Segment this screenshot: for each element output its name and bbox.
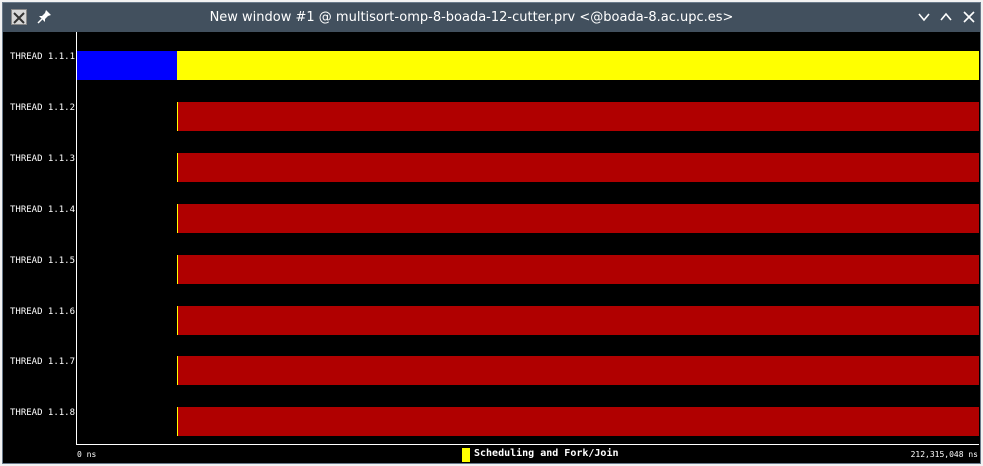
x-app-icon[interactable] (11, 9, 27, 25)
row-label: THREAD 1.1.7 (10, 357, 76, 368)
row-label: THREAD 1.1.4 (10, 204, 76, 215)
row-label: THREAD 1.1.3 (10, 153, 76, 164)
y-axis-line (76, 32, 77, 445)
window-title: New window #1 @ multisort-omp-8-boada-12… (209, 10, 734, 25)
state-bar[interactable] (178, 356, 979, 386)
row-label: THREAD 1.1.1 (10, 52, 76, 62)
timeline-plot[interactable]: 0 ns 212,315,048 ns Scheduling and Fork/… (3, 32, 980, 463)
x-end-label: 212,315,048 ns (910, 450, 978, 459)
state-bar[interactable] (178, 101, 979, 131)
legend-label: Scheduling and Fork/Join (474, 448, 619, 459)
x-axis-line (76, 444, 979, 445)
x-start-label: 0 ns (77, 450, 97, 459)
state-bar[interactable] (178, 203, 979, 233)
state-bar[interactable] (178, 305, 979, 335)
state-bar[interactable] (178, 152, 979, 182)
row-label: THREAD 1.1.6 (10, 306, 76, 317)
state-bar[interactable] (177, 51, 979, 80)
row-label: THREAD 1.1.2 (10, 102, 76, 113)
state-bar[interactable] (178, 407, 979, 437)
row-label: THREAD 1.1.8 (10, 408, 76, 419)
legend-swatch (462, 448, 470, 462)
state-bar[interactable] (178, 254, 979, 284)
trace-window: New window #1 @ multisort-omp-8-boada-12… (2, 2, 981, 464)
chevron-down-icon[interactable] (915, 8, 933, 26)
row-label: THREAD 1.1.5 (10, 255, 76, 266)
chevron-up-icon[interactable] (937, 8, 955, 26)
title-bar[interactable]: New window #1 @ multisort-omp-8-boada-12… (3, 3, 980, 32)
close-icon[interactable] (960, 8, 978, 26)
pin-icon[interactable] (37, 8, 53, 26)
state-bar[interactable] (77, 51, 178, 80)
